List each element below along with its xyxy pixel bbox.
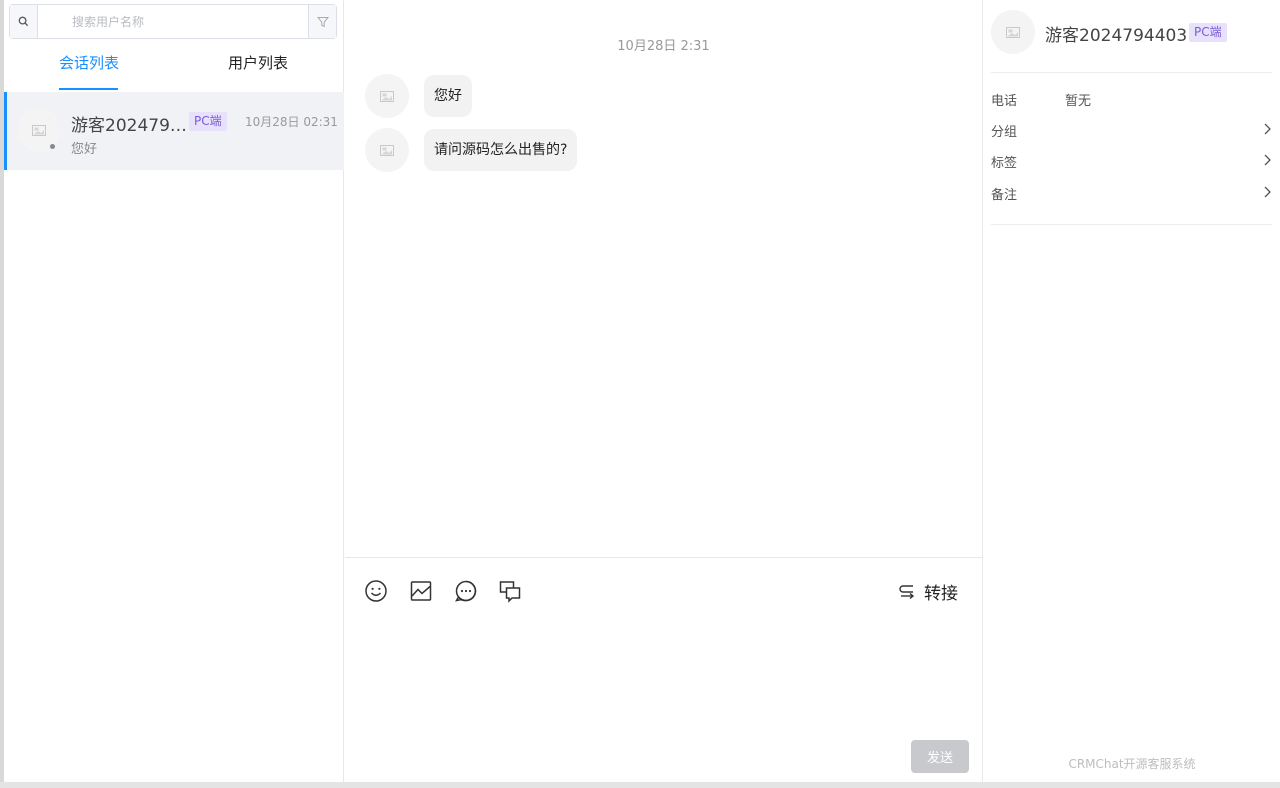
conversation-panel: 会话列表 用户列表 游客2024794403 PC端 10月28日 02:31 … — [4, 0, 344, 782]
date-separator: 10月28日 2:31 — [617, 39, 710, 54]
conversation-name: 游客2024794403 — [71, 116, 187, 136]
message-item: 请问源码怎么出售的? — [365, 128, 578, 172]
image-icon[interactable] — [408, 578, 434, 604]
divider — [991, 72, 1272, 73]
tab-conversation-list[interactable]: 会话列表 — [59, 52, 119, 73]
list-tabs: 会话列表 用户列表 — [4, 48, 344, 92]
field-notes[interactable]: 备注 — [991, 181, 1272, 205]
conversation-time: 10月28日 02:31 — [245, 115, 338, 129]
divider — [991, 224, 1272, 225]
message-input[interactable] — [360, 615, 967, 730]
avatar — [365, 128, 409, 172]
message-bubble: 您好 — [424, 75, 472, 117]
field-group[interactable]: 分组 — [991, 118, 1272, 142]
quick-reply-icon[interactable] — [453, 578, 479, 604]
platform-badge: PC端 — [1189, 23, 1227, 42]
filter-icon[interactable] — [308, 5, 336, 38]
conversation-preview: 您好 — [71, 142, 98, 157]
field-value: 暂无 — [1065, 93, 1092, 109]
transfer-label: 转接 — [924, 583, 958, 604]
footer-brand: CRMChat开源客服系统 — [1068, 757, 1196, 771]
field-tags[interactable]: 标签 — [991, 149, 1272, 173]
search-box — [9, 4, 337, 39]
search-icon[interactable] — [10, 5, 38, 38]
toolbar-divider — [345, 557, 982, 558]
image-placeholder-icon — [1006, 26, 1020, 38]
tab-user-list[interactable]: 用户列表 — [228, 52, 288, 73]
window-bottom-edge — [0, 782, 1280, 788]
field-phone: 电话 暂无 — [991, 87, 1272, 111]
active-tab-indicator — [59, 88, 118, 90]
field-label: 分组 — [991, 124, 1018, 140]
online-status-dot — [49, 143, 56, 150]
field-label: 备注 — [991, 187, 1018, 203]
chat-panel: 10月28日 2:31 您好 请问源码怎么出售的? 转接 发送 — [345, 0, 982, 782]
transfer-icon — [899, 585, 915, 600]
transfer-button[interactable]: 转接 — [898, 578, 958, 604]
field-label: 标签 — [991, 155, 1018, 171]
image-placeholder-icon — [380, 144, 394, 156]
field-label: 电话 — [991, 93, 1018, 109]
user-name: 游客2024794403 — [1045, 26, 1188, 46]
avatar — [365, 74, 409, 118]
message-item: 您好 — [365, 74, 472, 118]
history-icon[interactable] — [497, 578, 523, 604]
chevron-right-icon — [1264, 154, 1271, 166]
chevron-right-icon — [1264, 123, 1271, 135]
avatar — [991, 10, 1035, 54]
conversation-item[interactable]: 游客2024794403 PC端 10月28日 02:31 您好 — [4, 92, 344, 170]
chat-app: 会话列表 用户列表 游客2024794403 PC端 10月28日 02:31 … — [0, 0, 1280, 788]
image-placeholder-icon — [380, 90, 394, 102]
search-input[interactable] — [38, 5, 308, 38]
user-info-panel: 游客2024794403 PC端 电话 暂无 分组 标签 备注 CRMChat开… — [982, 0, 1280, 782]
platform-badge: PC端 — [189, 112, 227, 131]
emoji-icon[interactable] — [363, 578, 389, 604]
send-button[interactable]: 发送 — [911, 740, 969, 773]
message-bubble: 请问源码怎么出售的? — [424, 129, 578, 171]
image-placeholder-icon — [32, 124, 46, 136]
chevron-right-icon — [1264, 186, 1271, 198]
